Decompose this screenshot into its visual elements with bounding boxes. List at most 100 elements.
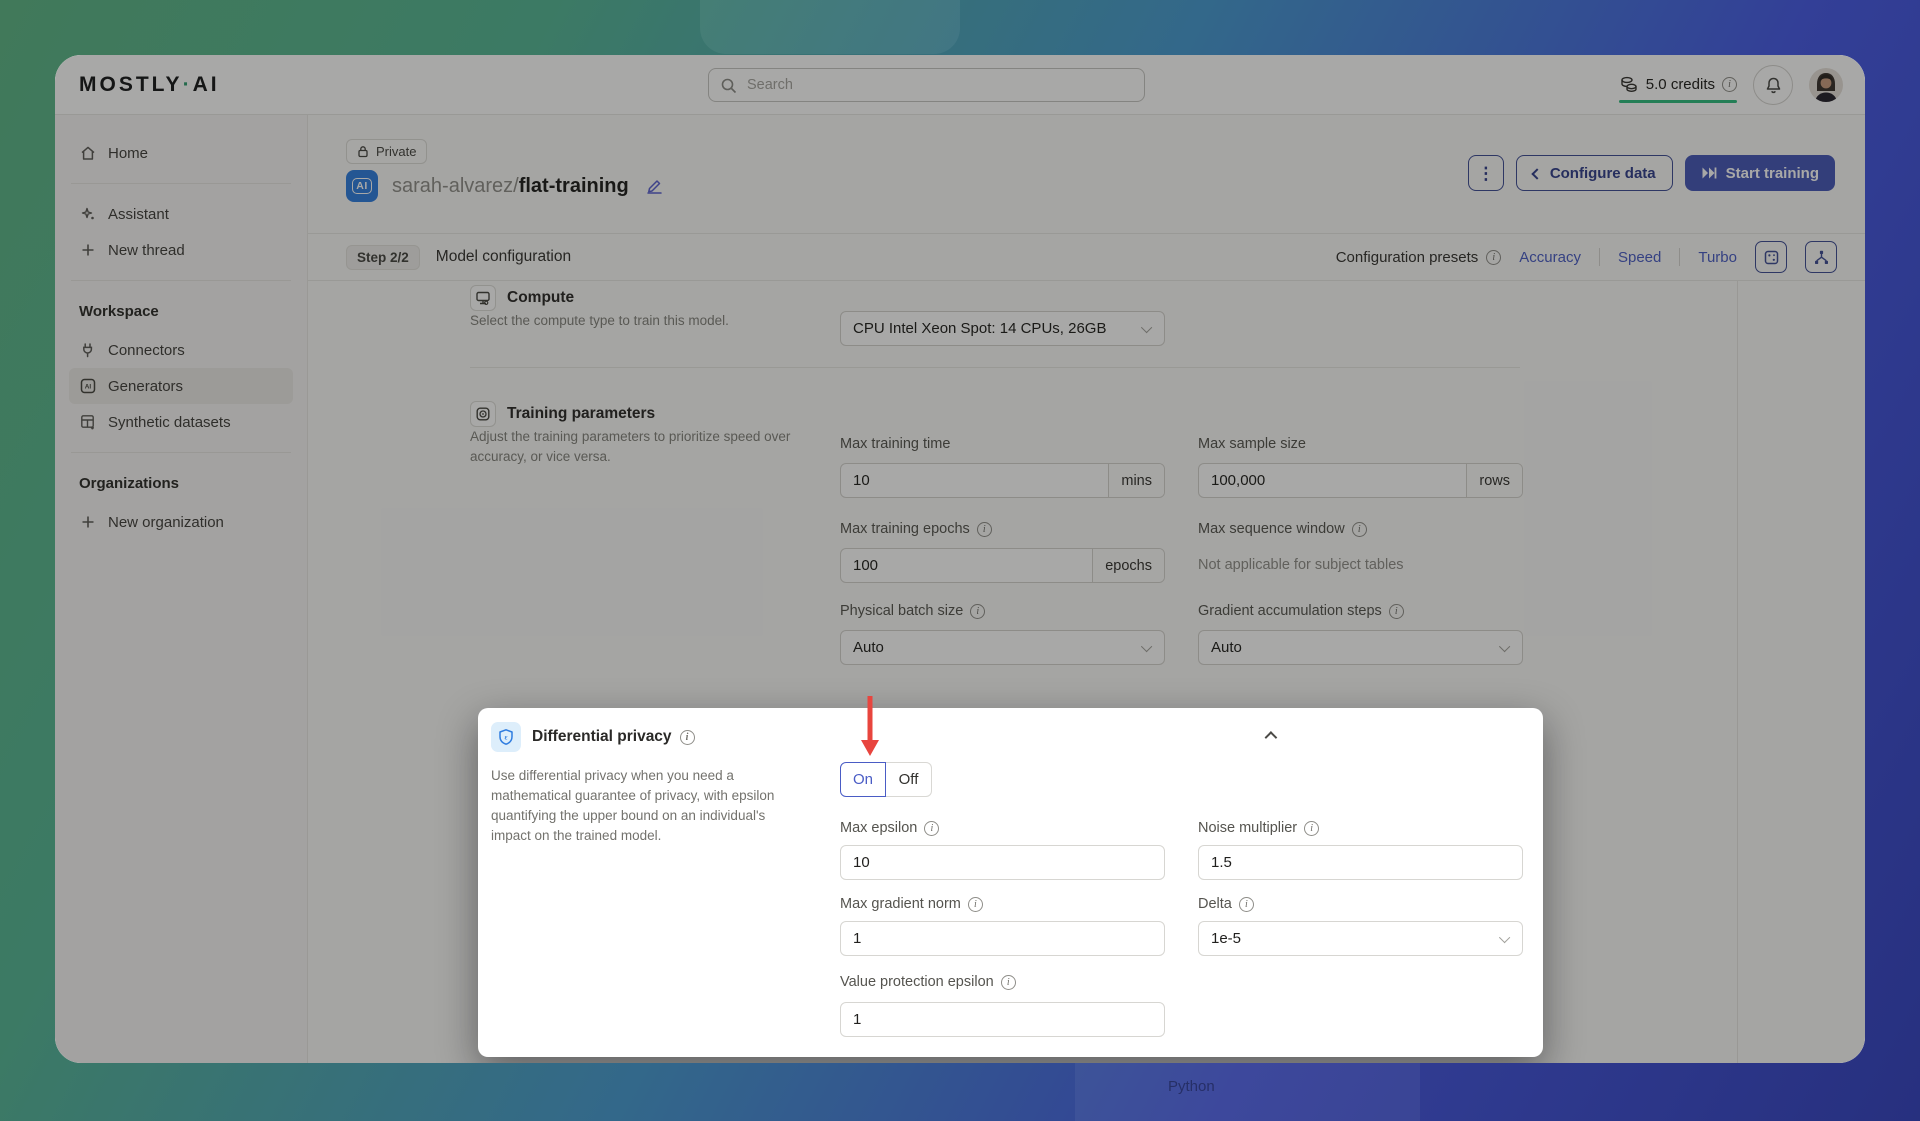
credits-info-icon[interactable]: i xyxy=(1722,77,1737,92)
max-sample-size-field: rows xyxy=(1198,463,1523,498)
max-training-epochs-info-icon[interactable]: i xyxy=(977,522,992,537)
chevron-down-icon xyxy=(1499,640,1510,651)
value-protection-epsilon-label: Value protection epsilon i xyxy=(840,974,1016,990)
max-epsilon-info-icon[interactable]: i xyxy=(924,821,939,836)
sidebar-section-organizations: Organizations xyxy=(69,465,293,504)
section-divider xyxy=(470,367,1520,368)
assistant-sparkle-icon xyxy=(79,205,97,223)
start-training-button[interactable]: Start training xyxy=(1685,155,1835,191)
max-sample-size-label: Max sample size xyxy=(1198,436,1306,452)
noise-multiplier-info-icon[interactable]: i xyxy=(1304,821,1319,836)
max-gradient-norm-input[interactable] xyxy=(841,922,1164,955)
delta-select[interactable]: 1e-5 xyxy=(1198,921,1523,956)
sidebar-item-new-organization[interactable]: New organization xyxy=(69,504,293,540)
navbar-right-cluster: 5.0 credits i xyxy=(1619,55,1843,115)
preset-speed-link[interactable]: Speed xyxy=(1618,249,1661,266)
notifications-button[interactable] xyxy=(1753,65,1793,105)
differential-privacy-info-icon[interactable]: i xyxy=(680,730,695,745)
user-avatar[interactable] xyxy=(1809,68,1843,102)
physical-batch-size-label: Physical batch size i xyxy=(840,603,985,619)
compute-description: Select the compute type to train this mo… xyxy=(470,311,805,331)
plus-icon xyxy=(79,241,97,259)
sidebar-item-connectors[interactable]: Connectors xyxy=(69,332,293,368)
toggle-off-button[interactable]: Off xyxy=(886,762,932,797)
compute-type-select[interactable]: CPU Intel Xeon Spot: 14 CPUs, 26GB xyxy=(840,311,1165,346)
model-tree-button[interactable] xyxy=(1805,241,1837,273)
value-protection-epsilon-field xyxy=(840,1002,1165,1037)
presets-info-icon[interactable]: i xyxy=(1486,250,1501,265)
rename-project-button[interactable] xyxy=(643,175,666,198)
project-title-row: AI sarah-alvarez/flat-training xyxy=(346,170,666,202)
value-protection-epsilon-input[interactable] xyxy=(841,1003,1164,1036)
page-title: Model configuration xyxy=(436,248,571,266)
chevron-up-icon xyxy=(1264,731,1277,744)
max-training-time-unit: mins xyxy=(1108,464,1164,497)
differential-privacy-card: ε Differential privacy i Use differentia… xyxy=(478,708,1543,1057)
gradient-accumulation-steps-select[interactable]: Auto xyxy=(1198,630,1523,665)
svg-text:ε: ε xyxy=(505,733,508,741)
bell-icon xyxy=(1764,76,1783,95)
max-sample-size-input[interactable] xyxy=(1199,464,1466,497)
max-training-epochs-field: epochs xyxy=(840,548,1165,583)
physical-batch-size-info-icon[interactable]: i xyxy=(970,604,985,619)
avatar-image xyxy=(1809,68,1843,102)
collapse-section-button[interactable] xyxy=(1256,724,1282,750)
sidebar-item-assistant[interactable]: Assistant xyxy=(69,196,293,232)
main-content: Private AI sarah-alvarez/flat-training ⋮… xyxy=(308,115,1865,1063)
training-tune-icon xyxy=(470,401,496,427)
value-protection-epsilon-info-icon[interactable]: i xyxy=(1001,975,1016,990)
presets-label: Configuration presets i xyxy=(1336,249,1502,266)
step-bar: Step 2/2 Model configuration Configurati… xyxy=(308,233,1865,281)
generators-ai-icon: AI xyxy=(79,377,97,395)
mostly-ai-logo[interactable]: MOSTLY·AI xyxy=(79,73,220,97)
gradient-accumulation-steps-info-icon[interactable]: i xyxy=(1389,604,1404,619)
toggle-on-button[interactable]: On xyxy=(840,762,886,797)
configuration-presets: Configuration presets i Accuracy Speed T… xyxy=(1336,241,1837,273)
sidebar-item-synthetic-datasets[interactable]: Synthetic datasets xyxy=(69,404,293,440)
noise-multiplier-input[interactable] xyxy=(1199,846,1522,879)
visibility-badge: Private xyxy=(346,139,427,164)
more-options-button[interactable]: ⋮ xyxy=(1468,155,1504,191)
divider xyxy=(1679,248,1680,266)
chevron-left-icon xyxy=(1531,168,1542,179)
randomize-dice-button[interactable] xyxy=(1755,241,1787,273)
search-input[interactable] xyxy=(747,69,1134,101)
max-training-time-input[interactable] xyxy=(841,464,1108,497)
preset-accuracy-link[interactable]: Accuracy xyxy=(1519,249,1581,266)
max-epsilon-input[interactable] xyxy=(841,846,1164,879)
configuration-scroll-area[interactable]: Compute Select the compute type to train… xyxy=(308,281,1865,1063)
sidebar-item-new-thread[interactable]: New thread xyxy=(69,232,293,268)
configure-data-button[interactable]: Configure data xyxy=(1516,155,1673,191)
max-sample-size-unit: rows xyxy=(1466,464,1522,497)
max-sequence-window-info-icon[interactable]: i xyxy=(1352,522,1367,537)
max-sequence-window-note: Not applicable for subject tables xyxy=(1198,557,1404,573)
max-epsilon-field xyxy=(840,845,1165,880)
noise-multiplier-label: Noise multiplier i xyxy=(1198,820,1319,836)
noise-multiplier-field xyxy=(1198,845,1523,880)
background-panel xyxy=(1075,1063,1420,1121)
physical-batch-size-select[interactable]: Auto xyxy=(840,630,1165,665)
training-section-title: Training parameters xyxy=(470,401,655,427)
plus-icon xyxy=(79,513,97,531)
chevron-down-icon xyxy=(1141,321,1152,332)
sidebar-item-generators[interactable]: AI Generators xyxy=(69,368,293,404)
sidebar-item-home[interactable]: Home xyxy=(69,135,293,171)
datasets-table-icon xyxy=(79,413,97,431)
max-gradient-norm-info-icon[interactable]: i xyxy=(968,897,983,912)
delta-info-icon[interactable]: i xyxy=(1239,897,1254,912)
max-sequence-window-label: Max sequence window i xyxy=(1198,521,1367,537)
logo-dot: · xyxy=(183,73,193,96)
credits-indicator[interactable]: 5.0 credits i xyxy=(1619,74,1737,96)
differential-privacy-shield-icon: ε xyxy=(491,722,521,752)
gradient-accumulation-steps-label: Gradient accumulation steps i xyxy=(1198,603,1404,619)
chevron-down-icon xyxy=(1499,931,1510,942)
preset-turbo-link[interactable]: Turbo xyxy=(1698,249,1737,266)
max-training-epochs-input[interactable] xyxy=(841,549,1092,582)
max-gradient-norm-label: Max gradient norm i xyxy=(840,896,983,912)
search-icon xyxy=(720,77,738,95)
sidebar-divider xyxy=(71,183,291,184)
node-tree-icon xyxy=(1813,249,1830,266)
max-training-time-field: mins xyxy=(840,463,1165,498)
sidebar-divider xyxy=(71,280,291,281)
credits-coins-icon xyxy=(1619,74,1639,94)
